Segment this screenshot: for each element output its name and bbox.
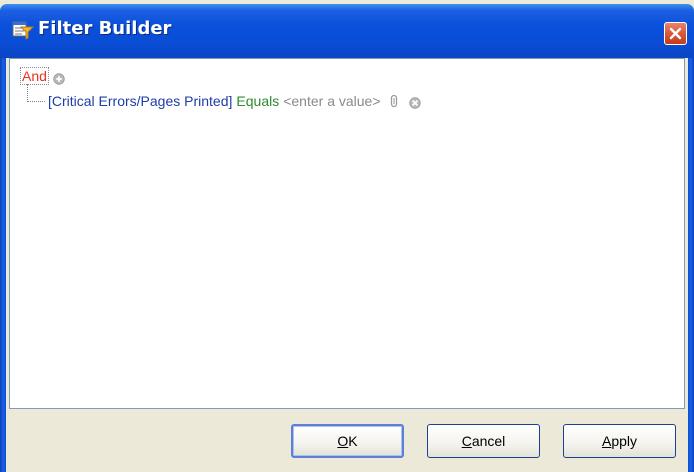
value-input[interactable]: <enter a value> — [283, 92, 380, 110]
apply-label-rest: pply — [611, 433, 638, 449]
filter-tree-panel: And [Critical Errors/Pages Printed] Equa… — [9, 58, 685, 409]
remove-circle-icon[interactable] — [408, 95, 421, 109]
window-frame-right — [688, 58, 694, 472]
clip-icon[interactable] — [389, 94, 399, 108]
condition-expression: [Critical Errors/Pages Printed] Equals <… — [48, 92, 421, 110]
tree-connector — [27, 84, 45, 102]
cancel-button[interactable]: Cancel — [427, 424, 540, 458]
close-icon — [669, 27, 682, 40]
ok-label-rest: K — [348, 433, 358, 449]
operator-link[interactable]: Equals — [236, 92, 279, 110]
cancel-mnemonic: C — [461, 433, 472, 449]
close-button[interactable] — [664, 22, 687, 45]
condition-row: [Critical Errors/Pages Printed] Equals <… — [27, 81, 421, 111]
field-link[interactable]: [Critical Errors/Pages Printed] — [48, 92, 232, 110]
button-bar: OK Cancel Apply — [6, 409, 688, 472]
filter-builder-icon — [12, 20, 35, 40]
window-title: Filter Builder — [38, 18, 172, 39]
apply-mnemonic: A — [601, 433, 612, 449]
ok-button[interactable]: OK — [291, 424, 404, 458]
cancel-label-rest: ancel — [471, 433, 506, 449]
title-bar[interactable]: Filter Builder — [0, 4, 694, 58]
apply-button[interactable]: Apply — [563, 424, 676, 458]
filter-builder-window: Filter Builder And [Critical Errors/Page… — [0, 0, 694, 472]
ok-mnemonic: O — [337, 433, 349, 449]
